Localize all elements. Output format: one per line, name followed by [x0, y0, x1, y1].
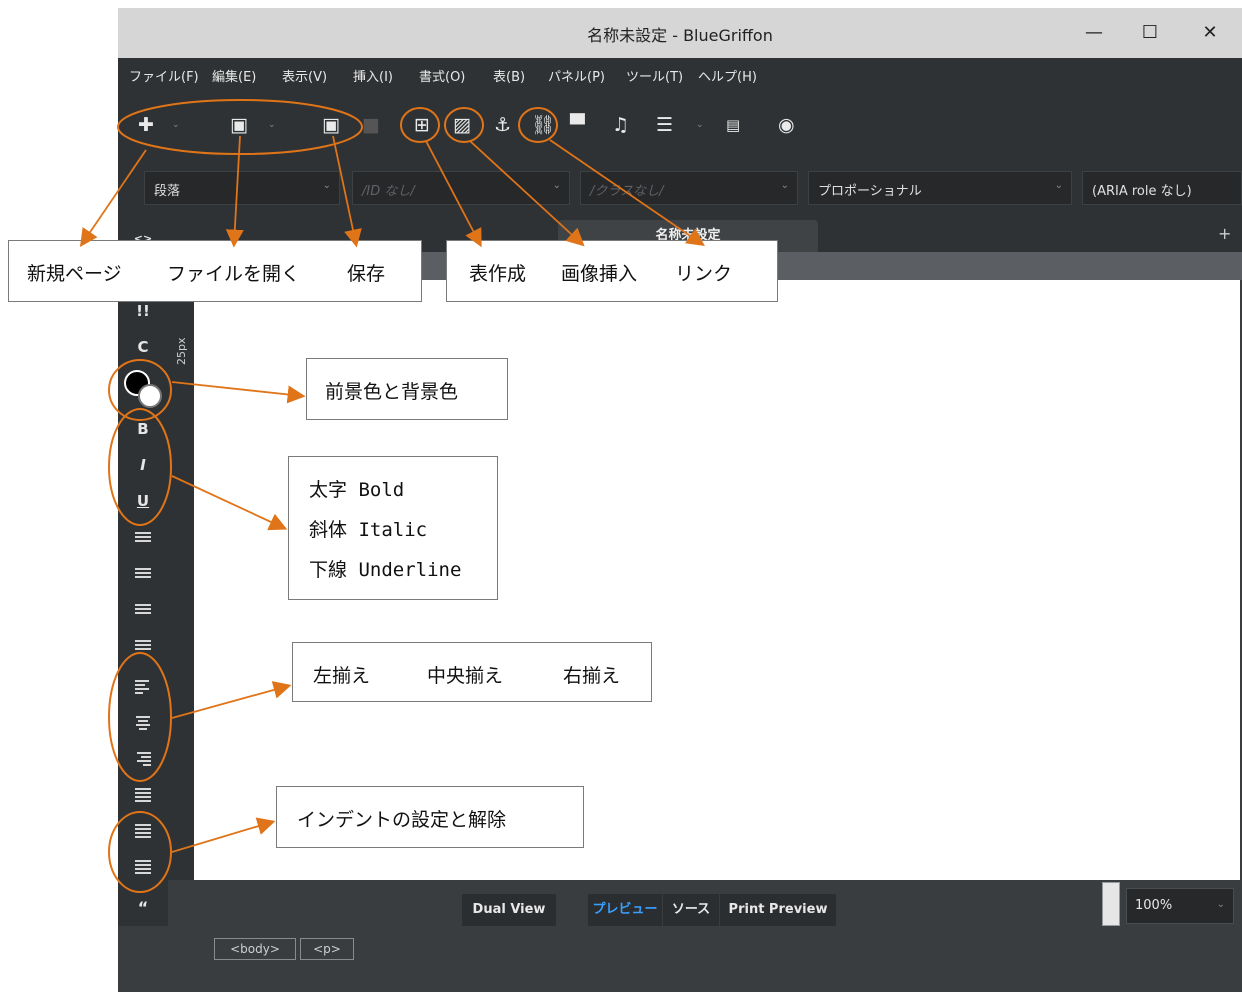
ellipse-link — [518, 107, 558, 143]
ellipse-indent — [108, 811, 172, 893]
ellipse-text-style — [108, 408, 172, 526]
arrow-table — [425, 140, 482, 248]
annotation-overlay — [79, 99, 705, 893]
arrow-open-file — [225, 135, 244, 248]
arrow-colors — [171, 381, 306, 404]
arrow-save — [332, 135, 362, 248]
ellipse-align — [108, 652, 172, 782]
arrow-image — [469, 140, 585, 247]
ellipse-image — [444, 107, 484, 143]
arrow-indent — [171, 817, 276, 853]
ellipse-colors — [108, 359, 172, 421]
arrow-text-style — [171, 475, 288, 531]
arrow-new-page — [79, 149, 147, 247]
arrow-align — [171, 681, 292, 719]
ellipse-table — [400, 107, 440, 143]
arrow-link — [549, 139, 705, 247]
